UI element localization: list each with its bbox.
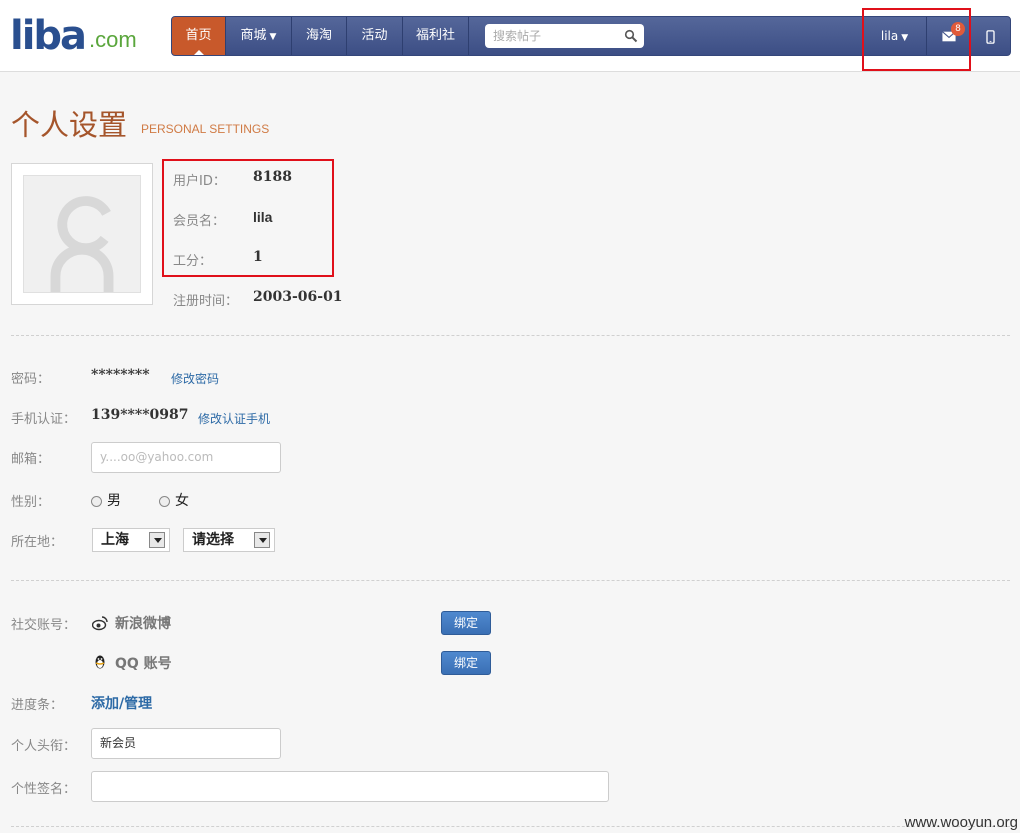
province-select-value: 上海 — [101, 532, 129, 548]
nav-item-label: 首页 — [185, 28, 212, 43]
weibo-icon — [92, 616, 108, 631]
messages-button[interactable]: 8 — [926, 17, 970, 55]
page-subtitle: PERSONAL SETTINGS — [141, 122, 270, 136]
register-date-label: 注册时间： — [173, 294, 239, 309]
logo-domain: .com — [89, 27, 137, 52]
avatar-placeholder — [23, 175, 141, 293]
nav-item-welfare[interactable]: 福利社 — [403, 17, 469, 55]
chevron-down-icon: ▼ — [269, 32, 277, 42]
site-header: liba .com 首页 商城▼ 海淘 活动 福利社 lila▼ — [0, 0, 1020, 72]
gender-female-label: 女 — [175, 493, 189, 509]
password-label: 密码： — [11, 372, 51, 387]
signature-label: 个性签名： — [11, 782, 77, 797]
password-value: ******** — [91, 367, 150, 383]
nav-item-mall[interactable]: 商城 ▼ — [226, 17, 292, 55]
chevron-down-icon: ▼ — [901, 33, 909, 43]
email-field[interactable]: y....oo@yahoo.com — [91, 442, 281, 473]
change-phone-link[interactable]: 修改认证手机 — [198, 410, 270, 427]
watermark-text: www.wooyun.org — [904, 814, 1018, 831]
nickname-label: 会员名： — [173, 214, 226, 229]
nav-item-haitao[interactable]: 海淘 — [292, 17, 347, 55]
bind-weibo-button[interactable]: 绑定 — [441, 611, 491, 635]
avatar[interactable] — [11, 163, 153, 305]
search-input[interactable] — [493, 27, 618, 45]
email-label: 邮箱： — [11, 452, 51, 467]
phone-label: 手机认证： — [11, 412, 77, 427]
logo-text: liba — [10, 13, 87, 59]
mobile-phone-icon — [986, 29, 995, 44]
nav-item-home[interactable]: 首页 — [172, 17, 226, 55]
gender-male-radio[interactable] — [91, 496, 102, 507]
manage-progress-link[interactable]: 添加/管理 — [91, 693, 152, 713]
dropdown-arrow-icon — [254, 532, 270, 548]
main-navbar: 首页 商城▼ 海淘 活动 福利社 lila▼ — [171, 16, 1011, 56]
default-user-icon — [50, 196, 114, 292]
dropdown-arrow-icon — [149, 532, 165, 548]
gender-male-label: 男 — [107, 493, 121, 509]
bind-qq-button[interactable]: 绑定 — [441, 651, 491, 675]
qq-name: QQ 账号 — [115, 656, 172, 672]
progress-bar-label: 进度条： — [11, 698, 64, 713]
points-value: 1 — [253, 249, 263, 265]
site-logo[interactable]: liba .com — [10, 16, 137, 56]
province-select[interactable]: 上海 — [92, 528, 170, 552]
points-label: 工分： — [173, 254, 213, 269]
user-id-value: 8188 — [253, 169, 292, 185]
social-accounts-label: 社交账号： — [11, 618, 77, 633]
user-title-label: 个人头衔： — [11, 739, 77, 754]
mobile-button[interactable] — [970, 17, 1010, 55]
nickname-value: lila — [253, 209, 273, 225]
weibo-name: 新浪微博 — [115, 616, 171, 632]
search-icon[interactable] — [624, 29, 638, 43]
signature-field[interactable] — [91, 771, 609, 802]
section-divider — [11, 335, 1010, 336]
nav-item-label: 商城 — [240, 28, 267, 43]
page-title: 个人设置 — [11, 108, 128, 142]
gender-female-radio[interactable] — [159, 496, 170, 507]
user-title-field[interactable]: 新会员 — [91, 728, 281, 759]
nav-item-label: 海淘 — [305, 28, 332, 43]
nav-item-label: 福利社 — [415, 28, 455, 43]
search-box — [485, 24, 644, 48]
message-count-badge: 8 — [951, 22, 965, 36]
nav-item-events[interactable]: 活动 — [347, 17, 403, 55]
user-id-label: 用户ID： — [173, 174, 226, 189]
user-menu-label: lila — [880, 29, 899, 43]
gender-label: 性别： — [11, 495, 51, 510]
register-date-value: 2003-06-01 — [253, 289, 343, 305]
change-password-link[interactable]: 修改密码 — [171, 370, 219, 387]
section-divider — [11, 580, 1010, 581]
section-divider — [11, 826, 1010, 827]
location-label: 所在地： — [11, 535, 64, 550]
nav-item-label: 活动 — [361, 28, 388, 43]
city-select[interactable]: 请选择 — [183, 528, 275, 552]
user-menu[interactable]: lila ▼ — [862, 17, 926, 55]
qq-penguin-icon — [95, 655, 105, 669]
phone-value: 139****0987 — [91, 407, 189, 423]
city-select-value: 请选择 — [192, 532, 234, 548]
